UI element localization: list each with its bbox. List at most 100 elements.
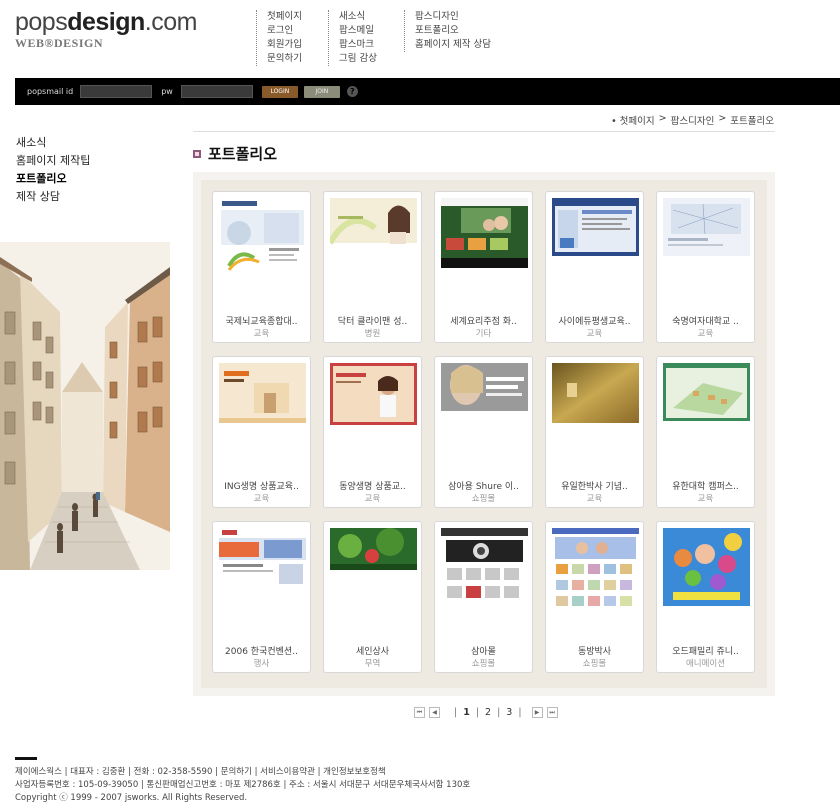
footer-copyright: Copyright ⓒ 1999 - 2007 jsworks. All Rig… <box>15 793 248 803</box>
breadcrumb-portfolio[interactable]: 포트폴리오 <box>730 113 774 127</box>
top-menu-contact[interactable]: 문의하기 <box>267 52 302 66</box>
pagination-separator: | <box>497 707 501 718</box>
portfolio-name[interactable]: 국제뇌교육종합대.. <box>213 314 310 327</box>
top-menu-popsmark[interactable]: 팝스마크 <box>339 38 377 52</box>
street-sketch-illustration <box>0 242 170 570</box>
top-menu-column-1: 첫페이지 로그인 회원가입 문의하기 <box>256 10 302 66</box>
top-menu-gallery[interactable]: 그림 감상 <box>339 52 377 66</box>
page-2-link[interactable]: 2 <box>483 707 493 718</box>
breadcrumb-separator: > <box>658 113 667 124</box>
portfolio-name[interactable]: 숙명여자대학교 .. <box>657 314 754 327</box>
join-button[interactable]: JOIN <box>303 85 340 98</box>
portfolio-card[interactable]: 2006 한국컨벤션.. 행사 <box>212 521 311 673</box>
portfolio-thumbnail[interactable] <box>330 363 417 448</box>
portfolio-card[interactable]: 삼아용 Shure 이.. 쇼핑몰 <box>434 356 533 508</box>
portfolio-card[interactable]: 국제뇌교육종합대.. 교육 <box>212 191 311 343</box>
top-menu-popsdesign[interactable]: 팝스디자인 <box>415 10 491 24</box>
portfolio-card[interactable]: 동양생명 상품교.. 교육 <box>323 356 422 508</box>
portfolio-thumbnail[interactable] <box>441 198 528 283</box>
top-menu-home[interactable]: 첫페이지 <box>267 10 302 24</box>
page-title: 포트폴리오 <box>208 145 278 163</box>
breadcrumb-home[interactable]: • 첫페이지 <box>611 113 655 127</box>
page-3-link[interactable]: 3 <box>504 707 514 718</box>
portfolio-card[interactable]: 삼아몰 쇼핑몰 <box>434 521 533 673</box>
portfolio-name[interactable]: 세계요리주점 화.. <box>435 314 532 327</box>
top-menu-login[interactable]: 로그인 <box>267 24 302 38</box>
top-menu-news[interactable]: 새소식 <box>339 10 377 24</box>
left-nav-news[interactable]: 새소식 <box>16 134 90 152</box>
gallery-grid: 국제뇌교육종합대.. 교육 닥터 클라이맨 성.. 병원 세계요리주점 화.. … <box>201 180 767 688</box>
logo-pre: pops <box>15 8 68 36</box>
portfolio-name[interactable]: 오드패밀리 쥬니.. <box>657 644 754 657</box>
logo-bold: design <box>67 8 145 36</box>
left-nav-tips[interactable]: 홈페이지 제작팁 <box>16 152 90 170</box>
portfolio-name[interactable]: 삼아몰 <box>435 644 532 657</box>
portfolio-thumbnail[interactable] <box>552 363 639 448</box>
portfolio-thumbnail[interactable] <box>663 528 750 613</box>
portfolio-name[interactable]: 닥터 클라이맨 성.. <box>324 314 421 327</box>
portfolio-category: 교육 <box>586 329 603 339</box>
logo-subtitle: WEB®DESIGN <box>15 36 103 50</box>
portfolio-name[interactable]: 삼아용 Shure 이.. <box>435 479 532 492</box>
portfolio-name[interactable]: 사이에듀평생교육.. <box>546 314 643 327</box>
page-1-link[interactable]: 1 <box>461 707 472 718</box>
site-logo[interactable]: popsdesign.com WEB®DESIGN <box>15 8 197 51</box>
portfolio-thumbnail[interactable] <box>441 528 528 613</box>
portfolio-thumbnail[interactable] <box>663 198 750 283</box>
portfolio-thumbnail[interactable] <box>330 198 417 283</box>
top-menu-consult[interactable]: 홈페이지 제작 상담 <box>415 38 491 52</box>
portfolio-category: 쇼핑몰 <box>582 659 607 669</box>
portfolio-thumbnail[interactable] <box>663 363 750 448</box>
top-menu-portfolio[interactable]: 포트폴리오 <box>415 24 491 38</box>
breadcrumb-divider <box>193 131 775 132</box>
login-bar: popsmail id pw LOGIN JOIN ? <box>15 78 840 105</box>
portfolio-thumbnail[interactable] <box>219 198 306 283</box>
portfolio-name[interactable]: 동방박사 <box>546 644 643 657</box>
prev-page-icon[interactable]: ◀ <box>429 707 440 718</box>
portfolio-name[interactable]: 유한대학 캠퍼스.. <box>657 479 754 492</box>
help-icon[interactable]: ? <box>346 86 358 97</box>
left-nav-consult[interactable]: 제작 상담 <box>16 188 90 206</box>
portfolio-card[interactable]: 세인상사 무역 <box>323 521 422 673</box>
portfolio-category: 교육 <box>697 329 714 339</box>
logo-text: popsdesign.com <box>15 8 197 36</box>
portfolio-thumbnail[interactable] <box>219 528 306 613</box>
portfolio-card[interactable]: 오드패밀리 쥬니.. 애니메이션 <box>656 521 755 673</box>
breadcrumb-popsdesign[interactable]: 팝스디자인 <box>671 113 715 127</box>
top-menu-column-2: 새소식 팝스메일 팝스마크 그림 감상 <box>328 10 377 66</box>
portfolio-name[interactable]: 세인상사 <box>324 644 421 657</box>
portfolio-card[interactable]: ING생명 상품교육.. 교육 <box>212 356 311 508</box>
portfolio-card[interactable]: 유한대학 캠퍼스.. 교육 <box>656 356 755 508</box>
id-input[interactable] <box>80 85 153 98</box>
top-menu-popsmail[interactable]: 팝스메일 <box>339 24 377 38</box>
portfolio-thumbnail[interactable] <box>219 363 306 448</box>
portfolio-name[interactable]: 동양생명 상품교.. <box>324 479 421 492</box>
breadcrumb-separator: > <box>718 113 727 124</box>
footer-accent-bar <box>15 757 37 760</box>
portfolio-name[interactable]: ING생명 상품교육.. <box>213 479 310 492</box>
portfolio-category: 쇼핑몰 <box>471 659 496 669</box>
portfolio-card[interactable]: 동방박사 쇼핑몰 <box>545 521 644 673</box>
left-nav-portfolio[interactable]: 포트폴리오 <box>16 170 90 188</box>
top-menu-signup[interactable]: 회원가입 <box>267 38 302 52</box>
portfolio-card[interactable]: 유일한박사 기념.. 교육 <box>545 356 644 508</box>
next-page-icon[interactable]: ▶ <box>531 707 543 718</box>
first-page-icon[interactable]: ⏮ <box>414 707 425 718</box>
password-input[interactable] <box>180 85 253 98</box>
last-page-icon[interactable]: ⏭ <box>546 707 558 718</box>
title-bullet-icon <box>193 149 201 158</box>
portfolio-thumbnail[interactable] <box>552 528 639 613</box>
portfolio-thumbnail[interactable] <box>552 198 639 283</box>
portfolio-thumbnail[interactable] <box>330 528 417 613</box>
portfolio-category: 쇼핑몰 <box>471 494 496 504</box>
portfolio-card[interactable]: 숙명여자대학교 .. 교육 <box>656 191 755 343</box>
login-button[interactable]: LOGIN <box>261 85 298 98</box>
portfolio-name[interactable]: 유일한박사 기념.. <box>546 479 643 492</box>
pagination-separator: | <box>518 707 522 718</box>
portfolio-card[interactable]: 닥터 클라이맨 성.. 병원 <box>323 191 422 343</box>
portfolio-name[interactable]: 2006 한국컨벤션.. <box>213 644 310 657</box>
footer-business-info: 사업자등록번호 : 105-09-39050 | 통신판매업신고번호 : 마포 … <box>15 780 471 790</box>
portfolio-card[interactable]: 사이에듀평생교육.. 교육 <box>545 191 644 343</box>
portfolio-card[interactable]: 세계요리주점 화.. 기타 <box>434 191 533 343</box>
portfolio-thumbnail[interactable] <box>441 363 528 448</box>
